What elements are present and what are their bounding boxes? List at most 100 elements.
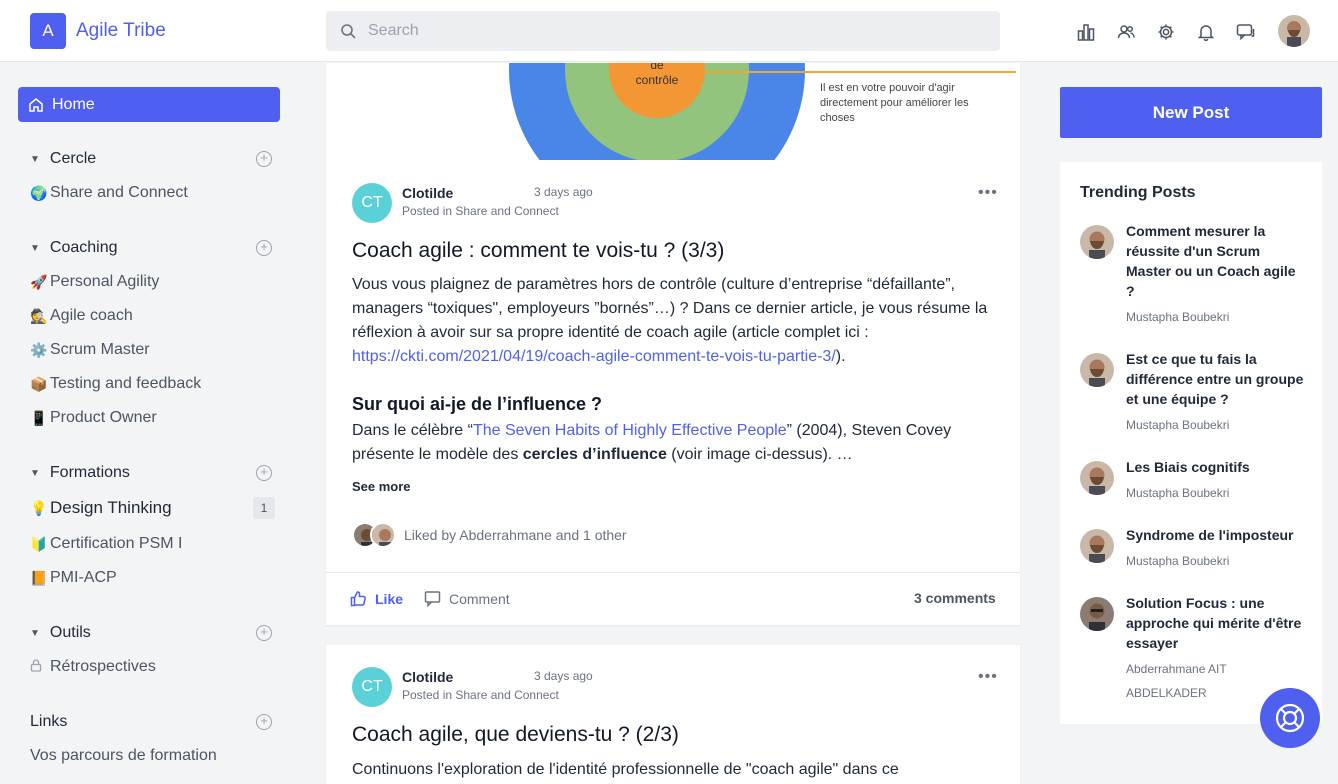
author-name[interactable]: Clotilde [402, 669, 453, 685]
trending-post-title[interactable]: Syndrome de l'imposteur [1126, 525, 1306, 545]
trending-post-title[interactable]: Les Biais cognitifs [1126, 457, 1306, 477]
globe-icon: 🌍 [30, 184, 48, 201]
book-link[interactable]: The Seven Habits of Highly Effective Peo… [473, 422, 787, 439]
section-title: Coaching [49, 239, 118, 256]
like-label: Like [375, 590, 404, 607]
section-title: Links [30, 713, 68, 730]
user-avatar[interactable] [1278, 15, 1310, 47]
top-header: A Agile Tribe [0, 0, 1338, 62]
sidebar-item-agile-coach[interactable]: 🕵️ Agile coach [30, 307, 276, 325]
sidebar-item-personal-agility[interactable]: 🚀 Personal Agility [30, 273, 276, 291]
sidebar-item-share-and-connect[interactable]: 🌍 Share and Connect [30, 184, 276, 202]
sidebar-item-certification-psm[interactable]: 🔰 Certification PSM I [30, 535, 276, 553]
left-sidebar: Home ▼ Cercle + 🌍 Share and Connect ▼ Co… [0, 63, 300, 784]
lifebuoy-icon [1275, 703, 1305, 733]
more-options-icon[interactable]: ••• [978, 184, 998, 202]
post-actions-bar: Like Comment 3 comments [326, 572, 1020, 624]
collapse-caret-icon[interactable]: ▼ [30, 243, 40, 254]
search-bar[interactable] [326, 11, 1000, 51]
post-title[interactable]: Coach agile, que deviens-tu ? (2/3) [352, 723, 679, 747]
sidebar-item-scrum-master[interactable]: ⚙️ Scrum Master [30, 341, 276, 359]
bell-icon[interactable] [1196, 22, 1216, 42]
sidebar-item-home[interactable]: Home [18, 87, 280, 122]
home-label: Home [52, 95, 95, 113]
trending-post-author: Mustapha Boubekri [1126, 486, 1230, 500]
section-header-coaching[interactable]: ▼ Coaching + [30, 239, 276, 257]
lightbulb-icon: 💡 [30, 499, 48, 516]
posted-in[interactable]: Posted in Share and Connect [402, 688, 559, 702]
trending-post-title[interactable]: Est ce que tu fais la différence entre u… [1126, 349, 1306, 409]
trending-post-title[interactable]: Solution Focus : une approche qui mérite… [1126, 593, 1306, 653]
sidebar-item-pmi-acp[interactable]: 📙 PMI-ACP [30, 569, 276, 587]
detective-icon: 🕵️ [30, 307, 48, 324]
sidebar-item-retrospectives[interactable]: Rétrospectives [30, 658, 276, 676]
members-icon[interactable] [1116, 22, 1136, 42]
unread-count-badge: 1 [253, 497, 275, 519]
author-avatar [1080, 597, 1114, 631]
brand-logo[interactable]: A [30, 13, 66, 49]
comment-label: Comment [449, 590, 510, 607]
sidebar-item-label: Design Thinking [50, 498, 172, 517]
section-header-formations[interactable]: ▼ Formations + [30, 464, 276, 482]
collapse-caret-icon[interactable]: ▼ [30, 468, 40, 479]
new-post-button[interactable]: New Post [1060, 87, 1322, 138]
add-circle-icon[interactable]: + [256, 465, 272, 481]
trending-post-author: Mustapha Boubekri [1126, 418, 1230, 432]
chat-icon[interactable] [1236, 22, 1256, 42]
add-circle-icon[interactable]: + [256, 714, 272, 730]
help-lifebuoy-button[interactable] [1260, 688, 1320, 748]
comment-button[interactable]: Comment [424, 590, 510, 607]
author-avatar [1080, 461, 1114, 495]
sidebar-item-design-thinking[interactable]: 💡 Design Thinking [30, 498, 276, 518]
post-time: 3 days ago [534, 669, 593, 683]
search-icon [341, 24, 356, 39]
package-icon: 📦 [30, 375, 48, 392]
rocket-icon: 🚀 [30, 273, 48, 290]
section-header-links[interactable]: Links + [30, 713, 276, 731]
posted-in[interactable]: Posted in Share and Connect [402, 204, 559, 218]
post-body: Vous vous plaignez de paramètres hors de… [352, 273, 1000, 369]
search-input[interactable] [368, 22, 968, 40]
book-icon: 📙 [30, 569, 48, 586]
sidebar-item-label: Personal Agility [50, 273, 160, 290]
trending-post-author: Mustapha Boubekri [1126, 554, 1230, 568]
add-circle-icon[interactable]: + [256, 240, 272, 256]
collapse-caret-icon[interactable]: ▼ [30, 154, 40, 165]
settings-icon[interactable] [1156, 22, 1176, 42]
section-header-cercle[interactable]: ▼ Cercle + [30, 150, 276, 168]
author-name[interactable]: Clotilde [402, 185, 453, 201]
post-card: CT Clotilde 3 days ago Posted in Share a… [326, 645, 1020, 784]
analytics-icon[interactable] [1076, 22, 1096, 42]
post-card: de contrôle Il est en votre pouvoir d'ag… [326, 63, 1020, 625]
sidebar-item-testing-and-feedback[interactable]: 📦 Testing and feedback [30, 375, 276, 393]
sidebar-item-label: PMI-ACP [50, 569, 117, 586]
para-text: Dans le célèbre “ [352, 422, 473, 439]
more-options-icon[interactable]: ••• [978, 668, 998, 686]
post-title[interactable]: Coach agile : comment te vois-tu ? (3/3) [352, 239, 724, 263]
author-avatar[interactable]: CT [352, 183, 392, 223]
likes-summary[interactable]: Liked by Abderrahmane and 1 other [352, 522, 627, 548]
add-circle-icon[interactable]: + [256, 625, 272, 641]
sidebar-link-parcours[interactable]: Vos parcours de formation [30, 747, 276, 765]
see-more-link[interactable]: See more [352, 479, 411, 494]
collapse-caret-icon[interactable]: ▼ [30, 628, 40, 639]
post-link[interactable]: https://ckti.com/2021/04/19/coach-agile-… [352, 348, 836, 365]
sidebar-item-label: Certification PSM I [50, 535, 183, 552]
author-avatar[interactable]: CT [352, 667, 392, 707]
sidebar-item-label: Scrum Master [50, 341, 150, 358]
section-title: Formations [49, 464, 130, 481]
author-avatar [1080, 225, 1114, 259]
add-circle-icon[interactable]: + [256, 151, 272, 167]
sidebar-item-product-owner[interactable]: 📱 Product Owner [30, 409, 276, 427]
para-text: (voir image ci-dessus). … [666, 446, 853, 463]
post-body-end: ). [835, 348, 846, 365]
section-title: Outils [49, 624, 91, 641]
trending-post-title[interactable]: Comment mesurer la réussite d'un Scrum M… [1126, 221, 1306, 301]
section-title: Cercle [49, 150, 97, 167]
brand-name[interactable]: Agile Tribe [76, 20, 166, 42]
para-bold: cercles d’influence [522, 446, 667, 463]
section-header-outils[interactable]: ▼ Outils + [30, 624, 276, 642]
comments-count[interactable]: 3 comments [914, 590, 996, 606]
thumbs-up-icon [350, 591, 366, 607]
like-button[interactable]: Like [350, 590, 403, 607]
